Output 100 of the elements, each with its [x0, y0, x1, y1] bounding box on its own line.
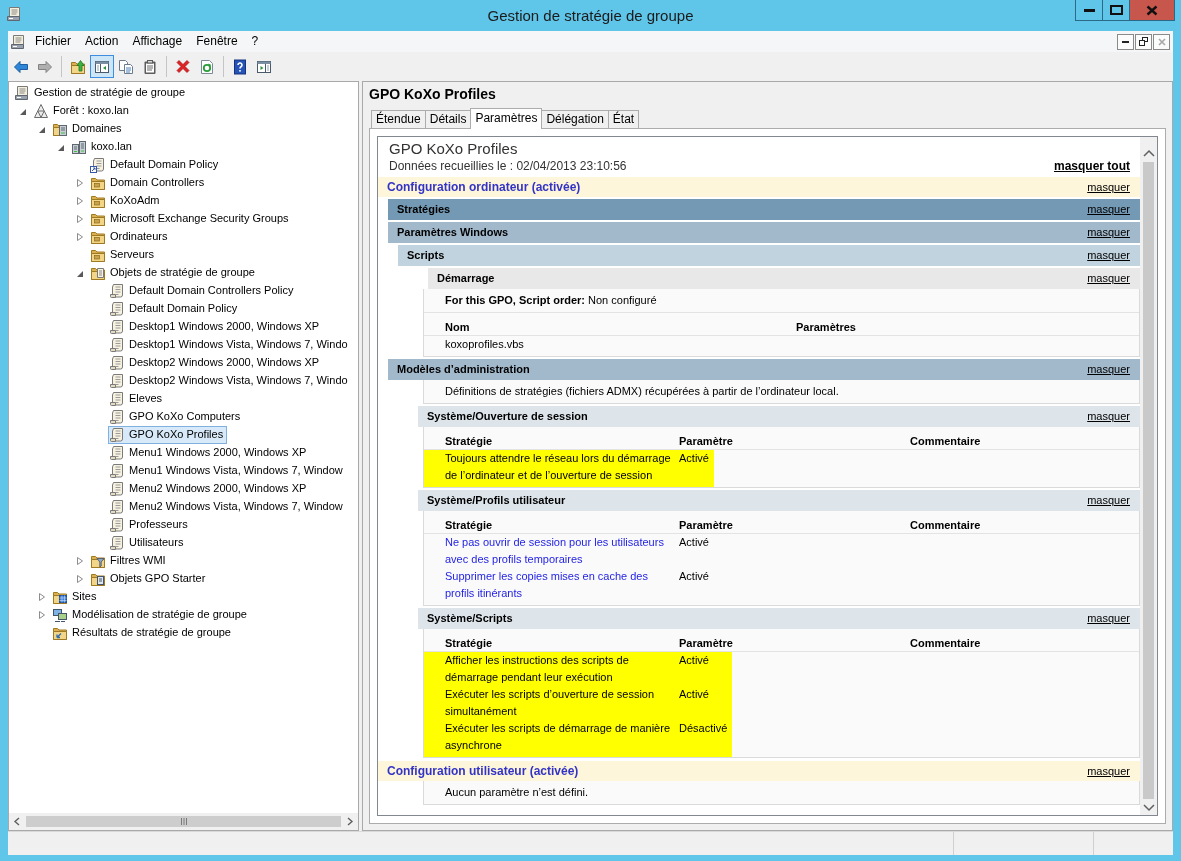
scroll-icon [109, 409, 125, 425]
tree-item[interactable]: Gestion de stratégie de groupe [13, 84, 190, 102]
tree-item[interactable]: Serveurs [89, 246, 159, 264]
tab[interactable]: Délégation [541, 110, 609, 128]
tab[interactable]: Paramètres [470, 108, 543, 129]
scroll-icon [109, 391, 125, 407]
tree-item[interactable]: Modélisation de stratégie de groupe [51, 606, 251, 624]
tree-item[interactable]: Sites [51, 588, 101, 606]
tab[interactable]: État [607, 110, 640, 128]
tree-item[interactable]: Objets GPO Starter [89, 570, 210, 588]
expander-icon[interactable] [75, 574, 84, 584]
hide-link[interactable]: masquer [1087, 493, 1130, 508]
expander-icon[interactable] [75, 232, 84, 242]
tree-item[interactable]: Domaines [51, 120, 126, 138]
tree-item[interactable]: Desktop2 Windows 2000, Windows XP [108, 354, 324, 372]
section-title: Système/Scripts [427, 611, 513, 626]
expander-icon[interactable] [37, 592, 46, 602]
section-title: Démarrage [437, 271, 495, 286]
tree-item[interactable]: Résultats de stratégie de groupe [51, 624, 235, 642]
body-text: For this GPO, Script order: Non configuré [424, 289, 1139, 313]
tree-item[interactable]: koxo.lan [70, 138, 136, 156]
column-header: Commentaire [910, 518, 981, 533]
expander-icon[interactable] [75, 196, 84, 206]
hide-link[interactable]: masquer [1087, 248, 1130, 263]
mdi-minimize-button[interactable] [1117, 33, 1134, 50]
policy-setting: Activé [679, 686, 733, 720]
folder-filter-icon [90, 553, 106, 569]
tree-item[interactable]: Forêt : koxo.lan [32, 102, 133, 120]
policy-setting: Activé [679, 450, 714, 487]
expander-icon[interactable] [75, 214, 84, 224]
tree-item[interactable]: Ordinateurs [89, 228, 172, 246]
tree-item[interactable]: Menu1 Windows Vista, Windows 7, Window [108, 462, 347, 480]
tree-item[interactable]: Professeurs [108, 516, 192, 534]
tree-item[interactable]: GPO KoXo Profiles [108, 426, 228, 444]
tree-item[interactable]: Filtres WMI [89, 552, 170, 570]
tree-item[interactable]: GPO KoXo Computers [108, 408, 245, 426]
scrollbar-thumb[interactable] [26, 816, 341, 827]
hide-link[interactable]: masquer [1087, 202, 1130, 217]
scroll-left-icon[interactable] [13, 817, 21, 826]
tree-item[interactable]: KoXoAdm [89, 192, 164, 210]
tree-item[interactable]: Default Domain Controllers Policy [108, 282, 298, 300]
policy-setting: Activé [679, 652, 733, 686]
tree-item[interactable]: Domain Controllers [89, 174, 209, 192]
column-header: Commentaire [910, 434, 981, 449]
policy-name[interactable]: Supprimer les copies mises en cache des profils itinérants [424, 568, 679, 605]
expander-icon[interactable] [37, 610, 46, 620]
minimize-button[interactable] [1075, 0, 1103, 21]
column-header: Commentaire [910, 636, 981, 651]
hide-link[interactable]: masquer [1087, 763, 1130, 779]
folder-icon [90, 193, 106, 209]
policy-name[interactable]: Exécuter les scripts de démarrage de manière asynchrone [424, 720, 679, 757]
tree-item[interactable]: Desktop1 Windows Vista, Windows 7, Windo [108, 336, 352, 354]
tree-item[interactable]: Eleves [108, 390, 167, 408]
report-title: GPO KoXo Profiles [388, 140, 519, 158]
tree-item[interactable]: Menu2 Windows 2000, Windows XP [108, 480, 311, 498]
policy-name[interactable]: Ne pas ouvrir de session pour les utilisateurs avec des profils temporaires [424, 534, 679, 568]
vertical-scrollbar[interactable] [1140, 137, 1157, 815]
tree-item[interactable]: Utilisateurs [108, 534, 188, 552]
tab[interactable]: Étendue [371, 110, 426, 128]
tree-item[interactable]: Microsoft Exchange Security Groups [89, 210, 293, 228]
scroll-right-icon[interactable] [346, 817, 354, 826]
scroll-icon [109, 427, 125, 443]
scroll-down-icon[interactable] [1142, 803, 1155, 812]
tree-item[interactable]: Menu1 Windows 2000, Windows XP [108, 444, 311, 462]
hide-link[interactable]: masquer [1087, 409, 1130, 424]
policy-name[interactable]: Afficher les instructions des scripts de démarrage pendant leur exécution [424, 652, 679, 686]
tree-item[interactable]: Desktop1 Windows 2000, Windows XP [108, 318, 324, 336]
triangle-icon [33, 103, 49, 119]
menu-item[interactable]: Fenêtre [189, 33, 245, 50]
hide-link[interactable]: masquer [1087, 271, 1130, 286]
policy-name[interactable]: Exécuter les scripts d’ouverture de session simultanément [424, 686, 679, 720]
menu-item[interactable]: Action [78, 33, 126, 50]
scroll-up-icon[interactable] [1142, 149, 1155, 158]
hide-link[interactable]: masquer [1087, 179, 1130, 195]
close-icon [1157, 37, 1166, 46]
scroll-icon [109, 535, 125, 551]
tree-item[interactable]: Menu2 Windows Vista, Windows 7, Window [108, 498, 347, 516]
tree-item[interactable]: Default Domain Policy [89, 156, 223, 174]
scrollbar-thumb[interactable] [1143, 162, 1154, 799]
hide-link[interactable]: masquer [1087, 225, 1130, 240]
tree-item[interactable]: Desktop2 Windows Vista, Windows 7, Windo [108, 372, 352, 390]
tree-item[interactable]: Objets de stratégie de groupe [89, 264, 259, 282]
horizontal-scrollbar[interactable] [9, 813, 358, 830]
hide-link[interactable]: masquer [1087, 611, 1130, 626]
menu-item[interactable]: ? [244, 33, 266, 50]
folder-icon [90, 229, 106, 245]
expander-icon[interactable] [75, 556, 84, 566]
body-text: Aucun paramètre n’est défini. [444, 785, 590, 800]
section-title: Système/Profils utilisateur [427, 493, 566, 508]
expander-icon[interactable] [75, 178, 84, 188]
table-cell-text: koxoprofiles.vbs [444, 337, 525, 352]
hide-link[interactable]: masquer [1087, 362, 1130, 377]
close-button[interactable] [1129, 0, 1175, 21]
scroll-icon [109, 283, 125, 299]
hide-all-link[interactable]: masquer tout [1054, 159, 1130, 174]
tree-item[interactable]: Default Domain Policy [108, 300, 242, 318]
mdi-restore-button[interactable] [1135, 33, 1152, 50]
policy-name[interactable]: Toujours attendre le réseau lors du démarrage de l’ordinateur et de l’ouverture de session [424, 450, 679, 487]
menu-item[interactable]: Affichage [125, 33, 190, 50]
menu-item[interactable]: Fichier [28, 33, 78, 50]
